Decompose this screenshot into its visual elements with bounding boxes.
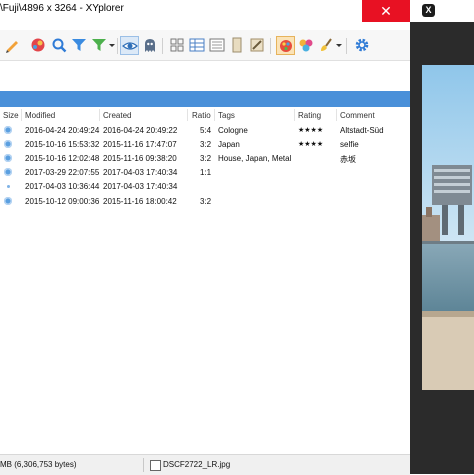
modified-cell: 2015-10-12 09:00:36 xyxy=(25,197,100,206)
ratio-cell: 3:2 xyxy=(200,140,212,149)
modified-cell: 2015-10-16 15:53:32 xyxy=(25,140,100,149)
column-divider[interactable] xyxy=(187,109,188,121)
status-size: MB (6,306,753 bytes) xyxy=(0,460,77,469)
modified-cell: 2015-10-16 12:02:48 xyxy=(25,154,100,163)
ratio-cell: 3:2 xyxy=(200,197,212,206)
file-row[interactable]: 2015-10-16 15:53:32 2015-11-16 17:47:07 … xyxy=(0,138,410,152)
created-cell: 2017-04-03 17:40:34 xyxy=(103,182,178,191)
comment-cell: 赤坂 xyxy=(340,155,356,164)
file-row[interactable]: 2015-10-16 12:02:48 2015-11-16 09:38:20 … xyxy=(0,152,410,166)
column-rating[interactable]: Rating xyxy=(298,111,321,120)
pencil-icon[interactable] xyxy=(3,36,21,54)
tools-icon[interactable] xyxy=(248,36,266,54)
file-type-icon xyxy=(4,154,12,162)
window-title: \Fuji\4896 x 3264 - XYplorer xyxy=(0,3,124,14)
file-type-icon xyxy=(4,168,12,176)
settings-gear-icon[interactable] xyxy=(353,36,371,54)
colors-icon[interactable] xyxy=(297,36,315,54)
file-row[interactable]: 2016-04-24 20:49:24 2016-04-24 20:49:22 … xyxy=(0,124,410,138)
close-button[interactable]: ✕ xyxy=(362,0,410,22)
address-band xyxy=(0,61,410,91)
modified-cell: 2017-04-03 10:36:44 xyxy=(25,182,100,191)
column-created[interactable]: Created xyxy=(103,111,131,120)
comment-cell: selfie xyxy=(340,140,359,149)
preview-pane: X xyxy=(410,0,474,474)
file-type-icon xyxy=(4,140,12,148)
list-header: Size Modified Created Ratio Tags Rating … xyxy=(0,107,410,123)
dropdown-arrow-icon[interactable] xyxy=(335,36,343,54)
file-row[interactable]: 2017-04-03 10:36:44 2017-04-03 17:40:34 xyxy=(0,180,410,194)
file-row[interactable]: 2015-10-12 09:00:36 2015-11-16 18:00:42 … xyxy=(0,195,410,209)
column-divider[interactable] xyxy=(99,109,100,121)
document-icon[interactable] xyxy=(228,36,246,54)
status-bar: MB (6,306,753 bytes) DSCF2722_LR.jpg xyxy=(0,454,410,475)
column-divider[interactable] xyxy=(214,109,215,121)
column-tags[interactable]: Tags xyxy=(218,111,235,120)
dropdown-arrow-icon[interactable] xyxy=(108,36,116,54)
column-size[interactable]: Size xyxy=(3,111,19,120)
toolbar-separator xyxy=(117,38,118,54)
toolbar-separator xyxy=(162,38,163,54)
search-icon[interactable] xyxy=(50,36,68,54)
created-cell: 2017-04-03 17:40:34 xyxy=(103,168,178,177)
created-cell: 2015-11-16 09:38:20 xyxy=(103,154,177,163)
column-divider[interactable] xyxy=(336,109,337,121)
ratio-cell: 3:2 xyxy=(200,154,212,163)
comment-cell: Altstadt-Süd xyxy=(340,126,384,135)
modified-cell: 2017-03-29 22:07:55 xyxy=(25,168,100,177)
list-view-icon[interactable] xyxy=(208,36,226,54)
rating-cell[interactable]: ★★★★ xyxy=(298,140,323,148)
ghost-icon[interactable] xyxy=(141,36,159,54)
eye-icon[interactable] xyxy=(120,36,139,55)
created-cell: 2015-11-16 17:47:07 xyxy=(103,140,177,149)
created-cell: 2016-04-24 20:49:22 xyxy=(103,126,178,135)
brush-icon[interactable] xyxy=(317,36,335,54)
toolbar-separator xyxy=(346,38,347,54)
title-bar: \Fuji\4896 x 3264 - XYplorer ✕ xyxy=(0,0,410,22)
close-icon: ✕ xyxy=(380,2,392,19)
filter-icon[interactable] xyxy=(70,36,88,54)
file-type-icon xyxy=(4,197,12,205)
details-view-icon[interactable] xyxy=(188,36,206,54)
created-cell: 2015-11-16 18:00:42 xyxy=(103,197,177,206)
status-divider xyxy=(143,458,144,472)
column-modified[interactable]: Modified xyxy=(25,111,55,120)
modified-cell: 2016-04-24 20:49:24 xyxy=(25,126,100,135)
ratio-cell: 1:1 xyxy=(200,168,212,177)
green-filter-icon[interactable] xyxy=(90,36,108,54)
rating-cell[interactable]: ★★★★ xyxy=(298,126,323,134)
preview-header: X xyxy=(410,0,474,22)
palette-icon[interactable] xyxy=(276,36,295,55)
column-ratio[interactable]: Ratio xyxy=(192,111,211,120)
image-file-icon xyxy=(150,460,161,471)
file-type-icon xyxy=(7,185,10,188)
tags-cell: Japan xyxy=(218,140,240,149)
toolbar-separator xyxy=(270,38,271,54)
column-divider[interactable] xyxy=(21,109,22,121)
column-comment[interactable]: Comment xyxy=(340,111,375,120)
column-divider[interactable] xyxy=(294,109,295,121)
tab-bar[interactable] xyxy=(0,91,410,107)
color-ball-icon[interactable] xyxy=(29,36,47,54)
preview-image[interactable] xyxy=(422,65,474,390)
tags-cell: Cologne xyxy=(218,126,248,135)
toolbar xyxy=(0,30,410,61)
xyplorer-logo-icon: X xyxy=(422,4,435,17)
file-type-icon xyxy=(4,126,12,134)
tiles-view-icon[interactable] xyxy=(168,36,186,54)
status-filename: DSCF2722_LR.jpg xyxy=(163,460,231,469)
ratio-cell: 5:4 xyxy=(200,126,212,135)
file-row[interactable]: 2017-03-29 22:07:55 2017-04-03 17:40:34 … xyxy=(0,166,410,180)
tags-cell: House, Japan, Metal xyxy=(218,154,292,163)
